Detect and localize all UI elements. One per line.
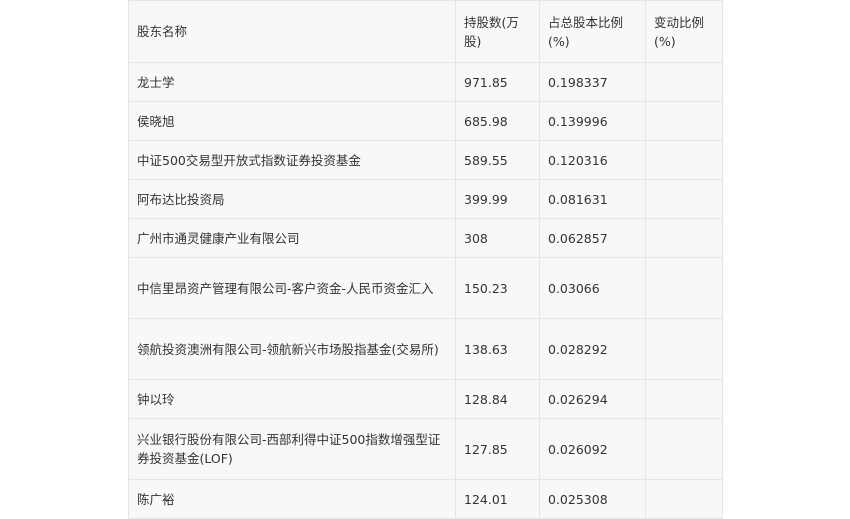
cell-shares-held: 971.85	[455, 62, 540, 102]
shareholder-table: 股东名称 持股数(万股) 占总股本比例(%) 变动比例(%) 龙士学 971.8…	[128, 0, 723, 519]
cell-shares-held: 589.55	[455, 140, 540, 180]
table-row: 龙士学 971.85 0.198337	[128, 62, 723, 102]
cell-share-ratio: 0.028292	[539, 318, 646, 380]
header-share-ratio: 占总股本比例(%)	[539, 0, 646, 63]
cell-shareholder-name: 广州市通灵健康产业有限公司	[128, 218, 456, 258]
cell-share-ratio: 0.198337	[539, 62, 646, 102]
header-shares-held: 持股数(万股)	[455, 0, 540, 63]
cell-share-ratio: 0.062857	[539, 218, 646, 258]
table-row: 兴业银行股份有限公司-西部利得中证500指数增强型证券投资基金(LOF) 127…	[128, 418, 723, 480]
cell-shareholder-name: 兴业银行股份有限公司-西部利得中证500指数增强型证券投资基金(LOF)	[128, 418, 456, 480]
table-header-row: 股东名称 持股数(万股) 占总股本比例(%) 变动比例(%)	[128, 0, 723, 63]
cell-shareholder-name: 中信里昂资产管理有限公司-客户资金-人民币资金汇入	[128, 257, 456, 319]
cell-share-ratio: 0.120316	[539, 140, 646, 180]
cell-shareholder-name: 侯晓旭	[128, 101, 456, 141]
shareholder-table-container: 股东名称 持股数(万股) 占总股本比例(%) 变动比例(%) 龙士学 971.8…	[128, 0, 723, 519]
cell-change-ratio	[645, 379, 723, 419]
cell-change-ratio	[645, 101, 723, 141]
cell-change-ratio	[645, 418, 723, 480]
cell-shareholder-name: 陈广裕	[128, 479, 456, 519]
cell-shares-held: 685.98	[455, 101, 540, 141]
cell-change-ratio	[645, 318, 723, 380]
table-row: 阿布达比投资局 399.99 0.081631	[128, 179, 723, 219]
cell-share-ratio: 0.026294	[539, 379, 646, 419]
cell-shareholder-name: 钟以玲	[128, 379, 456, 419]
cell-change-ratio	[645, 218, 723, 258]
cell-shares-held: 150.23	[455, 257, 540, 319]
table-row: 中信里昂资产管理有限公司-客户资金-人民币资金汇入 150.23 0.03066	[128, 257, 723, 319]
cell-shareholder-name: 中证500交易型开放式指数证券投资基金	[128, 140, 456, 180]
table-row: 中证500交易型开放式指数证券投资基金 589.55 0.120316	[128, 140, 723, 180]
table-row: 陈广裕 124.01 0.025308	[128, 479, 723, 519]
table-row: 侯晓旭 685.98 0.139996	[128, 101, 723, 141]
cell-shares-held: 399.99	[455, 179, 540, 219]
cell-shares-held: 308	[455, 218, 540, 258]
cell-share-ratio: 0.03066	[539, 257, 646, 319]
cell-change-ratio	[645, 479, 723, 519]
cell-shares-held: 138.63	[455, 318, 540, 380]
cell-shareholder-name: 阿布达比投资局	[128, 179, 456, 219]
cell-shares-held: 127.85	[455, 418, 540, 480]
cell-share-ratio: 0.026092	[539, 418, 646, 480]
cell-share-ratio: 0.139996	[539, 101, 646, 141]
header-shareholder-name: 股东名称	[128, 0, 456, 63]
cell-shareholder-name: 领航投资澳洲有限公司-领航新兴市场股指基金(交易所)	[128, 318, 456, 380]
cell-share-ratio: 0.025308	[539, 479, 646, 519]
header-change-ratio: 变动比例(%)	[645, 0, 723, 63]
cell-change-ratio	[645, 257, 723, 319]
cell-change-ratio	[645, 62, 723, 102]
cell-change-ratio	[645, 140, 723, 180]
cell-shares-held: 124.01	[455, 479, 540, 519]
table-row: 钟以玲 128.84 0.026294	[128, 379, 723, 419]
cell-share-ratio: 0.081631	[539, 179, 646, 219]
table-row: 领航投资澳洲有限公司-领航新兴市场股指基金(交易所) 138.63 0.0282…	[128, 318, 723, 380]
cell-shares-held: 128.84	[455, 379, 540, 419]
cell-change-ratio	[645, 179, 723, 219]
table-row: 广州市通灵健康产业有限公司 308 0.062857	[128, 218, 723, 258]
cell-shareholder-name: 龙士学	[128, 62, 456, 102]
